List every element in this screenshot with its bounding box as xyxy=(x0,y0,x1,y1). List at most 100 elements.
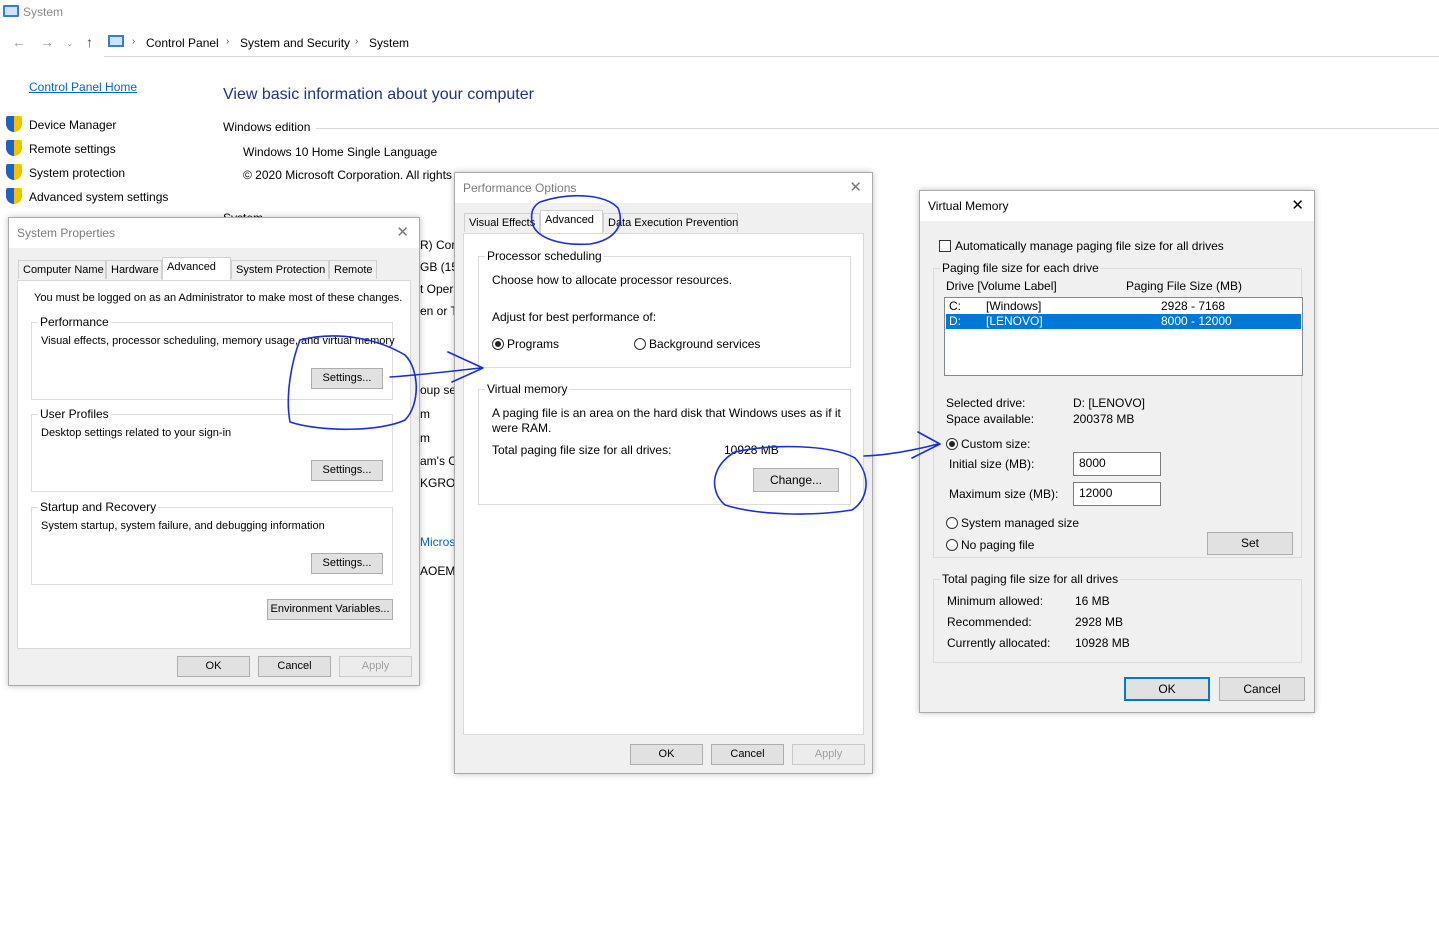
breadcrumb-system-security[interactable]: System and Security xyxy=(240,36,350,50)
breadcrumb-separator: › xyxy=(132,36,136,47)
peek-column: R) Cor GB (15. t Opera en or T oup se m … xyxy=(420,236,455,581)
breadcrumb-system[interactable]: System xyxy=(369,36,409,50)
tab-computer-name[interactable]: Computer Name xyxy=(18,260,106,279)
tab-hardware[interactable]: Hardware xyxy=(106,260,162,279)
radio-icon[interactable] xyxy=(634,338,646,350)
address-bar[interactable]: › Control Panel › System and Security › … xyxy=(104,30,1439,57)
dialog-title: System Properties xyxy=(17,226,116,240)
breadcrumb-separator: › xyxy=(226,36,230,47)
maximum-size-input[interactable]: 12000 xyxy=(1073,482,1161,506)
window-titlebar: System xyxy=(0,0,1439,26)
admin-notice: You must be logged on as an Administrato… xyxy=(34,292,403,304)
column-size-header: Paging File Size (MB) xyxy=(1126,279,1243,293)
group-label: Processor scheduling xyxy=(485,249,604,263)
peek-text: AOEM xyxy=(420,564,455,578)
breadcrumb-separator: › xyxy=(355,36,359,47)
drive-letter: C: xyxy=(949,299,961,313)
peek-text: am's C xyxy=(420,454,455,468)
group-label: Startup and Recovery xyxy=(38,500,159,514)
peek-text: R) Cor xyxy=(420,238,455,252)
group-label: Total paging file size for all drives xyxy=(940,572,1121,586)
checkbox-label: Automatically manage paging file size fo… xyxy=(955,239,1224,253)
up-arrow-icon[interactable]: ↑ xyxy=(86,34,93,50)
sidebar-item-label: Device Manager xyxy=(29,118,117,132)
total-paging-group: Total paging file size for all drives Mi… xyxy=(933,572,1302,663)
peek-text: t Opera xyxy=(420,282,455,296)
forward-arrow-icon[interactable]: → xyxy=(40,34,54,50)
ok-button[interactable]: OK xyxy=(1124,677,1210,701)
selected-drive-label: Selected drive: xyxy=(946,396,1026,410)
system-properties-dialog: System Properties ✕ Computer Name Hardwa… xyxy=(8,217,420,686)
drive-row-d[interactable]: D: [LENOVO] 8000 - 12000 xyxy=(946,314,1301,329)
recent-dropdown-icon[interactable]: ⌄ xyxy=(66,38,74,49)
recommended-label: Recommended: xyxy=(947,615,1032,629)
cancel-button[interactable]: Cancel xyxy=(1219,677,1305,701)
peek-text: en or T xyxy=(420,304,455,318)
auto-manage-checkbox[interactable]: Automatically manage paging file size fo… xyxy=(939,239,1224,253)
apply-button[interactable]: Apply xyxy=(792,744,865,765)
sidebar-item-remote-settings[interactable]: Remote settings xyxy=(6,140,116,156)
apply-button[interactable]: Apply xyxy=(339,656,412,677)
radio-icon[interactable] xyxy=(946,517,958,529)
processor-desc: Choose how to allocate processor resourc… xyxy=(492,273,733,287)
background-services-radio[interactable]: Background services xyxy=(634,337,760,351)
performance-desc: Visual effects, processor scheduling, me… xyxy=(41,335,395,347)
dialog-title: Performance Options xyxy=(463,181,577,195)
peek-link[interactable]: Microso xyxy=(420,535,455,549)
close-icon[interactable]: ✕ xyxy=(1291,196,1304,214)
tab-advanced[interactable]: Advanced xyxy=(540,210,603,233)
sidebar-item-label: Advanced system settings xyxy=(29,190,169,204)
shield-icon xyxy=(6,140,22,156)
radio-icon[interactable] xyxy=(946,438,958,450)
window-title: System xyxy=(23,5,64,19)
radio-icon[interactable] xyxy=(492,338,504,350)
drive-row-c[interactable]: C: [Windows] 2928 - 7168 xyxy=(946,299,1301,314)
no-paging-radio[interactable]: No paging file xyxy=(946,538,1034,552)
system-managed-radio[interactable]: System managed size xyxy=(946,516,1079,530)
back-arrow-icon[interactable]: ← xyxy=(12,34,26,50)
ok-button[interactable]: OK xyxy=(177,656,250,677)
tab-remote[interactable]: Remote xyxy=(329,260,377,279)
change-button[interactable]: Change... xyxy=(753,468,839,492)
performance-settings-button[interactable]: Settings... xyxy=(311,368,383,389)
sidebar-item-advanced-system-settings[interactable]: Advanced system settings xyxy=(6,188,168,204)
startup-recovery-settings-button[interactable]: Settings... xyxy=(311,553,383,574)
user-profiles-settings-button[interactable]: Settings... xyxy=(311,460,383,481)
group-label: Paging file size for each drive xyxy=(940,261,1101,275)
radio-label: System managed size xyxy=(961,516,1080,530)
sidebar-item-device-manager[interactable]: Device Manager xyxy=(6,116,116,132)
custom-size-radio[interactable]: Custom size: xyxy=(946,437,1030,451)
group-label: User Profiles xyxy=(38,407,111,421)
minimum-allowed-value: 16 MB xyxy=(1075,594,1110,608)
breadcrumb-control-panel[interactable]: Control Panel xyxy=(146,36,219,50)
initial-size-input[interactable]: 8000 xyxy=(1073,452,1161,476)
tab-system-protection[interactable]: System Protection xyxy=(231,260,329,279)
drive-list[interactable]: C: [Windows] 2928 - 7168 D: [LENOVO] 800… xyxy=(944,297,1303,376)
performance-group: Performance Visual effects, processor sc… xyxy=(31,315,395,400)
selected-drive-value: D: [LENOVO] xyxy=(1073,396,1146,410)
control-panel-home-link[interactable]: Control Panel Home xyxy=(29,80,137,94)
drive-size: 8000 - 12000 xyxy=(1161,314,1232,328)
cancel-button[interactable]: Cancel xyxy=(258,656,331,677)
sidebar-item-system-protection[interactable]: System protection xyxy=(6,164,125,180)
drive-size: 2928 - 7168 xyxy=(1161,299,1226,313)
peek-text: m xyxy=(420,407,430,421)
tab-advanced[interactable]: Advanced xyxy=(162,257,231,280)
space-available-value: 200378 MB xyxy=(1073,412,1135,426)
set-button[interactable]: Set xyxy=(1207,532,1293,555)
maximum-size-label: Maximum size (MB): xyxy=(949,487,1059,501)
environment-variables-button[interactable]: Environment Variables... xyxy=(267,599,393,620)
tab-strip: Visual Effects Advanced Data Execution P… xyxy=(464,210,864,233)
radio-icon[interactable] xyxy=(946,539,958,551)
ok-button[interactable]: OK xyxy=(630,744,703,765)
tab-panel: You must be logged on as an Administrato… xyxy=(17,280,411,649)
close-icon[interactable]: ✕ xyxy=(849,178,862,196)
group-label: Virtual memory xyxy=(485,382,570,396)
programs-radio[interactable]: Programs xyxy=(492,337,559,351)
cancel-button[interactable]: Cancel xyxy=(711,744,784,765)
checkbox-icon[interactable] xyxy=(939,240,951,252)
close-icon[interactable]: ✕ xyxy=(396,223,409,241)
tab-visual-effects[interactable]: Visual Effects xyxy=(464,213,540,232)
tab-data-execution-prevention[interactable]: Data Execution Prevention xyxy=(603,213,738,232)
total-paging-value: 10928 MB xyxy=(724,443,779,457)
